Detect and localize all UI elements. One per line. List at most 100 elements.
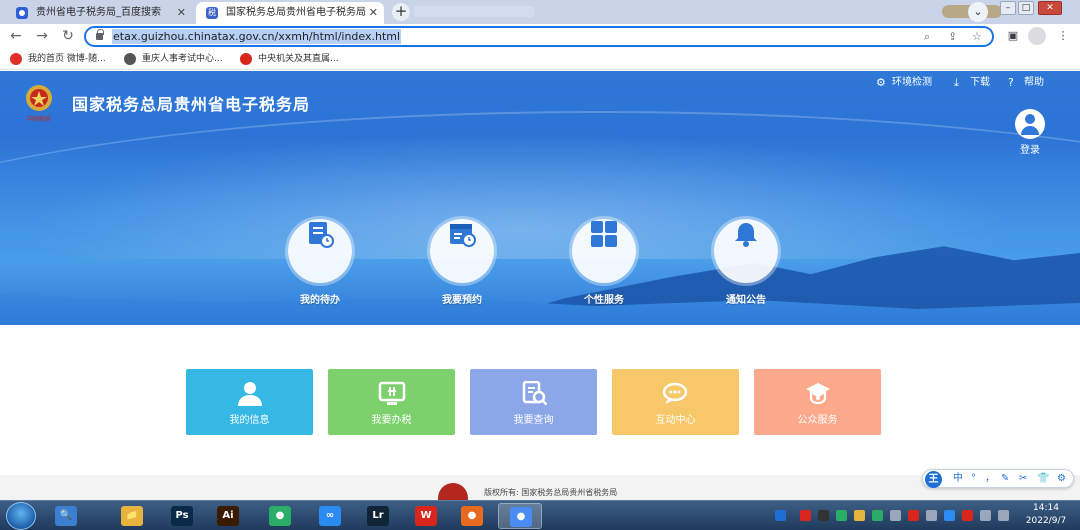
tab-etax[interactable]: 税 国家税务总局贵州省电子税务局 ✕ <box>196 2 384 24</box>
photoshop-icon: Ps <box>171 506 193 526</box>
login-button[interactable]: 登录 <box>1013 109 1047 156</box>
taskbar-firefox-button[interactable]: ● <box>450 503 494 529</box>
taskbar-wps-button[interactable]: W <box>404 503 448 529</box>
url-text[interactable]: etax.guizhou.chinatax.gov.cn/xxmh/html/i… <box>112 29 402 44</box>
taskbar-wechat-button[interactable]: ● <box>258 503 302 529</box>
chat-bubbles-icon <box>662 382 687 404</box>
tray-app-icon[interactable] <box>944 510 955 521</box>
reload-button[interactable]: ↻ <box>58 26 78 46</box>
todo-document-icon <box>288 219 352 283</box>
tile-tax-handling[interactable]: 我要办税 <box>328 369 455 435</box>
lock-icon[interactable] <box>96 29 104 40</box>
network-icon[interactable] <box>980 510 991 521</box>
bookmark-label: 我的首页 微博-随... <box>28 54 106 64</box>
tray-app-icon[interactable] <box>836 510 847 521</box>
ime-punct-icon[interactable]: ， <box>985 471 995 487</box>
svg-text:中国税务: 中国税务 <box>27 115 51 123</box>
tile-public-service[interactable]: 公众服务 <box>754 369 881 435</box>
ime-toolbar: 王 中 ° ， ✎ ✂ 👕 ⚙ <box>922 469 1074 488</box>
maximize-button[interactable]: □ <box>1018 1 1034 15</box>
firefox-icon: ● <box>461 506 483 526</box>
ime-dot-icon[interactable]: ° <box>971 471 976 487</box>
profile-avatar[interactable] <box>1028 27 1046 45</box>
taskbar-illustrator-button[interactable]: Ai <box>206 503 250 529</box>
env-check-link[interactable]: ⚙ 环境检测 <box>876 76 932 90</box>
close-window-button[interactable]: ✕ <box>1038 1 1062 15</box>
menu-icon[interactable]: ⋮ <box>1054 27 1072 45</box>
taskbar-explorer-button[interactable]: 📁 <box>110 503 154 529</box>
download-link[interactable]: ⤓ 下载 <box>954 76 990 90</box>
tray-app-icon[interactable] <box>890 510 901 521</box>
ime-scissors-icon[interactable]: ✂ <box>1019 471 1027 487</box>
service-personal[interactable]: 个性服务 <box>569 203 639 306</box>
ime-chinese-toggle[interactable]: 中 <box>953 471 963 487</box>
service-my-todo[interactable]: 我的待办 <box>285 203 355 306</box>
service-label: 个性服务 <box>584 295 624 306</box>
service-appointment[interactable]: 我要预约 <box>427 203 497 306</box>
tray-app-icon[interactable] <box>962 510 973 521</box>
wechat-tray-icon[interactable] <box>872 510 883 521</box>
bookmark-label: 中央机关及其直属... <box>258 54 339 64</box>
globe-icon <box>124 53 136 65</box>
nav-bar: ← → ↻ etax.guizhou.chinatax.gov.cn/xxmh/… <box>0 24 1080 48</box>
tile-interaction[interactable]: 互动中心 <box>612 369 739 435</box>
tab-search-button[interactable]: ⌄ <box>968 2 988 22</box>
quick-entry-tiles: 我的信息 我要办税 我要查询 互动中心 公众服务 <box>0 325 1080 475</box>
tray-app-icon[interactable] <box>908 510 919 521</box>
new-tab-button[interactable]: + <box>392 3 410 21</box>
zoom-icon[interactable]: ⌕ <box>924 28 930 45</box>
tile-label: 我要办税 <box>371 415 412 426</box>
flag-icon[interactable] <box>926 510 937 521</box>
start-button[interactable] <box>6 502 36 530</box>
weibo-icon <box>10 53 22 65</box>
bookmark-weibo[interactable]: 我的首页 微博-随... <box>10 51 106 67</box>
minimize-button[interactable]: – <box>1000 1 1016 15</box>
windows-taskbar: 🔍 📁 Ps Ai ● ∞ Lr W ● ● 14:14 2022/9/7 <box>0 500 1080 530</box>
taskbar-lightroom-button[interactable]: Lr <box>356 503 400 529</box>
bookmark-star-icon[interactable]: ☆ <box>972 28 982 45</box>
taskbar-search-button[interactable]: 🔍 <box>44 503 88 529</box>
close-tab-icon[interactable]: ✕ <box>177 2 186 24</box>
baidu-netdisk-icon: ∞ <box>319 506 341 526</box>
share-icon[interactable]: ⇪ <box>948 28 957 45</box>
ime-gear-icon[interactable]: ⚙ <box>1057 471 1066 487</box>
document-search-icon <box>522 381 547 406</box>
link-label: 下载 <box>970 77 990 88</box>
volume-icon[interactable] <box>998 510 1009 521</box>
side-panel-icon[interactable]: ▣ <box>1004 27 1022 45</box>
explorer-icon: 📁 <box>121 506 143 526</box>
back-button[interactable]: ← <box>6 26 26 46</box>
tab-baidu-search[interactable]: 贵州省电子税务局_百度搜索 ✕ <box>6 2 192 24</box>
wps-tray-icon[interactable] <box>800 510 811 521</box>
taskbar-chrome-button[interactable]: ● <box>498 503 542 529</box>
blurred-tab <box>414 6 534 17</box>
tile-my-info[interactable]: 我的信息 <box>186 369 313 435</box>
tax-emblem-logo[interactable]: 中国税务 <box>18 81 60 123</box>
tile-query[interactable]: 我要查询 <box>470 369 597 435</box>
close-tab-icon[interactable]: ✕ <box>369 2 378 24</box>
wrench-icon: ⚙ <box>876 76 886 89</box>
wps-icon: W <box>415 506 437 526</box>
system-clock[interactable]: 14:14 2022/9/7 <box>1018 502 1074 528</box>
tray-app-icon[interactable] <box>818 510 829 521</box>
ime-pen-icon[interactable]: ✎ <box>1001 471 1009 487</box>
ime-tray-icon[interactable] <box>775 510 786 521</box>
ime-logo-icon[interactable]: 王 <box>925 471 942 488</box>
monitor-icon <box>378 381 405 405</box>
bookmark-cq-exam[interactable]: 重庆人事考试中心... <box>124 51 223 67</box>
tray-app-icon[interactable] <box>854 510 865 521</box>
taskbar-baidu-netdisk-button[interactable]: ∞ <box>308 503 352 529</box>
clock-date: 2022/9/7 <box>1025 516 1067 526</box>
address-bar[interactable]: etax.guizhou.chinatax.gov.cn/xxmh/html/i… <box>84 26 994 47</box>
ime-skin-icon[interactable]: 👕 <box>1037 471 1049 487</box>
footer: 版权所有: 国家税务总局贵州省税务局 <box>0 475 1080 500</box>
service-label: 我的待办 <box>300 295 340 306</box>
bookmark-central-organs[interactable]: 中央机关及其直属... <box>240 51 339 67</box>
help-link[interactable]: ? 帮助 <box>1008 76 1044 90</box>
search-icon: 🔍 <box>55 506 77 526</box>
emblem-icon <box>240 53 252 65</box>
service-notices[interactable]: 通知公告 <box>711 203 781 306</box>
taskbar-photoshop-button[interactable]: Ps <box>160 503 204 529</box>
forward-button[interactable]: → <box>32 26 52 46</box>
hero-banner: 中国税务 国家税务总局贵州省电子税务局 ⚙ 环境检测 ⤓ 下载 ? 帮助 登录 … <box>0 71 1080 325</box>
